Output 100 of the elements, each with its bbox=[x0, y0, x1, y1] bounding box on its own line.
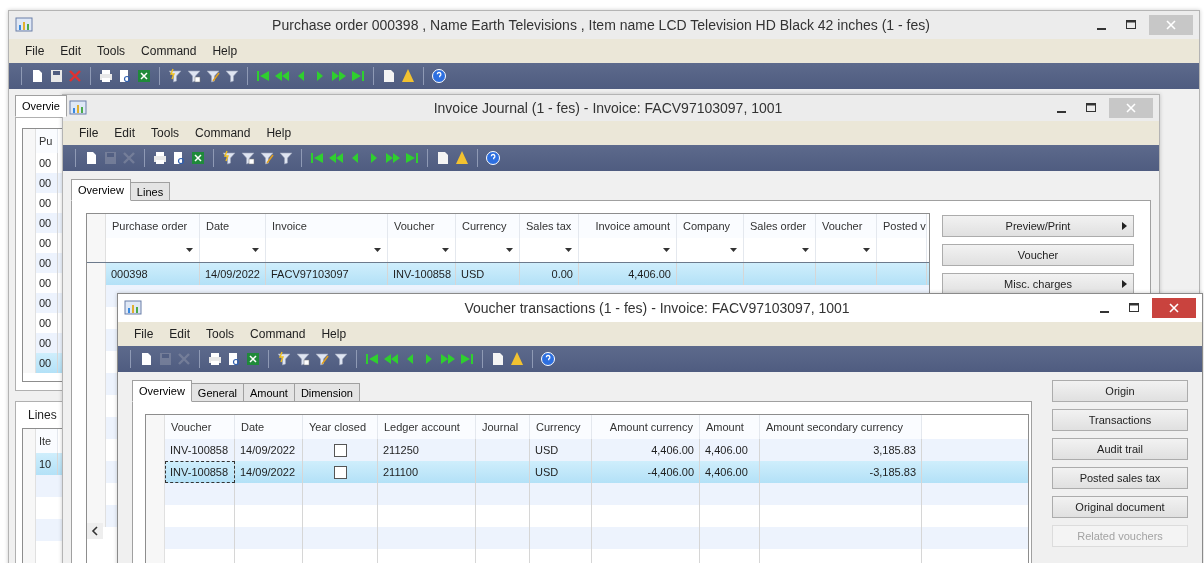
menu-item[interactable]: Tools bbox=[198, 327, 243, 341]
preview-icon[interactable] bbox=[117, 68, 133, 84]
alert-icon[interactable] bbox=[454, 150, 470, 166]
dropdown-caret-icon[interactable] bbox=[186, 248, 193, 252]
action-button[interactable]: Audit trail bbox=[1052, 438, 1188, 460]
action-button[interactable]: Origin bbox=[1052, 380, 1188, 402]
next-page-icon[interactable] bbox=[331, 68, 347, 84]
column-header[interactable]: Company bbox=[677, 214, 744, 238]
help-icon[interactable] bbox=[431, 68, 447, 84]
dropdown-caret-icon[interactable] bbox=[252, 248, 259, 252]
print-icon[interactable] bbox=[207, 351, 223, 367]
tab[interactable]: Overvie bbox=[15, 95, 67, 117]
tab[interactable]: Overview bbox=[132, 380, 192, 402]
menu-item[interactable]: File bbox=[126, 327, 162, 341]
filter-icon[interactable] bbox=[167, 68, 183, 84]
dropdown-caret-icon[interactable] bbox=[374, 248, 381, 252]
first-record-icon[interactable] bbox=[309, 150, 325, 166]
filter-icon[interactable] bbox=[278, 150, 294, 166]
menu-item[interactable]: Tools bbox=[89, 44, 134, 58]
filter-icon[interactable] bbox=[221, 150, 237, 166]
column-header[interactable]: Voucher bbox=[165, 415, 235, 439]
filter-icon[interactable] bbox=[295, 351, 311, 367]
preview-icon[interactable] bbox=[171, 150, 187, 166]
filter-icon[interactable] bbox=[224, 68, 240, 84]
column-header[interactable]: Pu bbox=[36, 129, 58, 153]
last-record-icon[interactable] bbox=[350, 68, 366, 84]
dropdown-caret-icon[interactable] bbox=[802, 248, 809, 252]
filter-icon[interactable] bbox=[205, 68, 221, 84]
column-header[interactable]: Currency bbox=[530, 415, 592, 439]
menu-item[interactable]: Edit bbox=[106, 126, 144, 140]
last-record-icon[interactable] bbox=[404, 150, 420, 166]
menu-item[interactable]: Help bbox=[313, 327, 355, 341]
dropdown-caret-icon[interactable] bbox=[565, 248, 572, 252]
dropdown-caret-icon[interactable] bbox=[730, 248, 737, 252]
menu-item[interactable]: Help bbox=[258, 126, 300, 140]
column-header[interactable]: Ite bbox=[36, 429, 58, 453]
column-header[interactable]: Amount currency bbox=[592, 415, 700, 439]
document-icon[interactable] bbox=[435, 150, 451, 166]
column-header[interactable]: Voucher bbox=[388, 214, 456, 238]
column-header[interactable]: Year closed bbox=[303, 415, 378, 439]
menu-item[interactable]: Tools bbox=[143, 126, 188, 140]
action-button[interactable]: Original document bbox=[1052, 496, 1188, 518]
menu-item[interactable]: File bbox=[71, 126, 107, 140]
column-header[interactable]: Amount bbox=[700, 415, 760, 439]
help-icon[interactable] bbox=[540, 351, 556, 367]
action-button[interactable]: Posted sales tax bbox=[1052, 467, 1188, 489]
print-icon[interactable] bbox=[98, 68, 114, 84]
filter-icon[interactable] bbox=[240, 150, 256, 166]
alert-icon[interactable] bbox=[400, 68, 416, 84]
column-header[interactable]: Invoice bbox=[266, 214, 388, 238]
document-icon[interactable] bbox=[381, 68, 397, 84]
column-header[interactable]: Voucher bbox=[816, 214, 877, 238]
menu-item[interactable]: Command bbox=[242, 327, 314, 341]
column-header[interactable]: Journal bbox=[476, 415, 530, 439]
menu-item[interactable]: Edit bbox=[161, 327, 199, 341]
column-header[interactable]: Sales tax bbox=[520, 214, 579, 238]
filter-icon[interactable] bbox=[259, 150, 275, 166]
spreadsheet-icon[interactable] bbox=[245, 351, 261, 367]
action-button[interactable]: Preview/Print bbox=[942, 215, 1134, 237]
column-header[interactable]: Date bbox=[235, 415, 303, 439]
column-header[interactable]: Purchase order bbox=[106, 214, 200, 238]
menu-item[interactable]: Command bbox=[187, 126, 259, 140]
action-button[interactable]: Misc. charges bbox=[942, 273, 1134, 295]
menu-item[interactable]: File bbox=[17, 44, 53, 58]
last-record-icon[interactable] bbox=[459, 351, 475, 367]
save-icon[interactable] bbox=[48, 68, 64, 84]
scroll-left-icon[interactable] bbox=[87, 523, 103, 539]
menu-item[interactable]: Edit bbox=[52, 44, 90, 58]
column-header[interactable]: Invoice amount bbox=[579, 214, 677, 238]
column-header[interactable]: Ledger account bbox=[378, 415, 476, 439]
dropdown-caret-icon[interactable] bbox=[506, 248, 513, 252]
checkbox[interactable] bbox=[333, 465, 347, 479]
close-button[interactable] bbox=[1152, 298, 1196, 318]
menu-item[interactable]: Command bbox=[133, 44, 205, 58]
previous-page-icon[interactable] bbox=[274, 68, 290, 84]
help-icon[interactable] bbox=[485, 150, 501, 166]
filter-icon[interactable] bbox=[314, 351, 330, 367]
first-record-icon[interactable] bbox=[255, 68, 271, 84]
first-record-icon[interactable] bbox=[364, 351, 380, 367]
action-button[interactable]: Transactions bbox=[1052, 409, 1188, 431]
filter-icon[interactable] bbox=[186, 68, 202, 84]
dropdown-caret-icon[interactable] bbox=[863, 248, 870, 252]
menu-item[interactable]: Help bbox=[204, 44, 246, 58]
previous-page-icon[interactable] bbox=[328, 150, 344, 166]
column-header[interactable]: Date bbox=[200, 214, 266, 238]
next-page-icon[interactable] bbox=[385, 150, 401, 166]
column-header[interactable]: Currency bbox=[456, 214, 520, 238]
dropdown-caret-icon[interactable] bbox=[442, 248, 449, 252]
dropdown-caret-icon[interactable] bbox=[663, 248, 670, 252]
action-button[interactable]: Voucher bbox=[942, 244, 1134, 266]
column-header[interactable]: Posted v bbox=[877, 214, 927, 238]
checkbox[interactable] bbox=[333, 443, 347, 457]
column-header[interactable]: Amount secondary currency bbox=[760, 415, 922, 439]
print-icon[interactable] bbox=[152, 150, 168, 166]
spreadsheet-icon[interactable] bbox=[136, 68, 152, 84]
tab[interactable]: Overview bbox=[71, 179, 131, 201]
column-header[interactable]: Sales order bbox=[744, 214, 816, 238]
preview-icon[interactable] bbox=[226, 351, 242, 367]
filter-icon[interactable] bbox=[276, 351, 292, 367]
spreadsheet-icon[interactable] bbox=[190, 150, 206, 166]
